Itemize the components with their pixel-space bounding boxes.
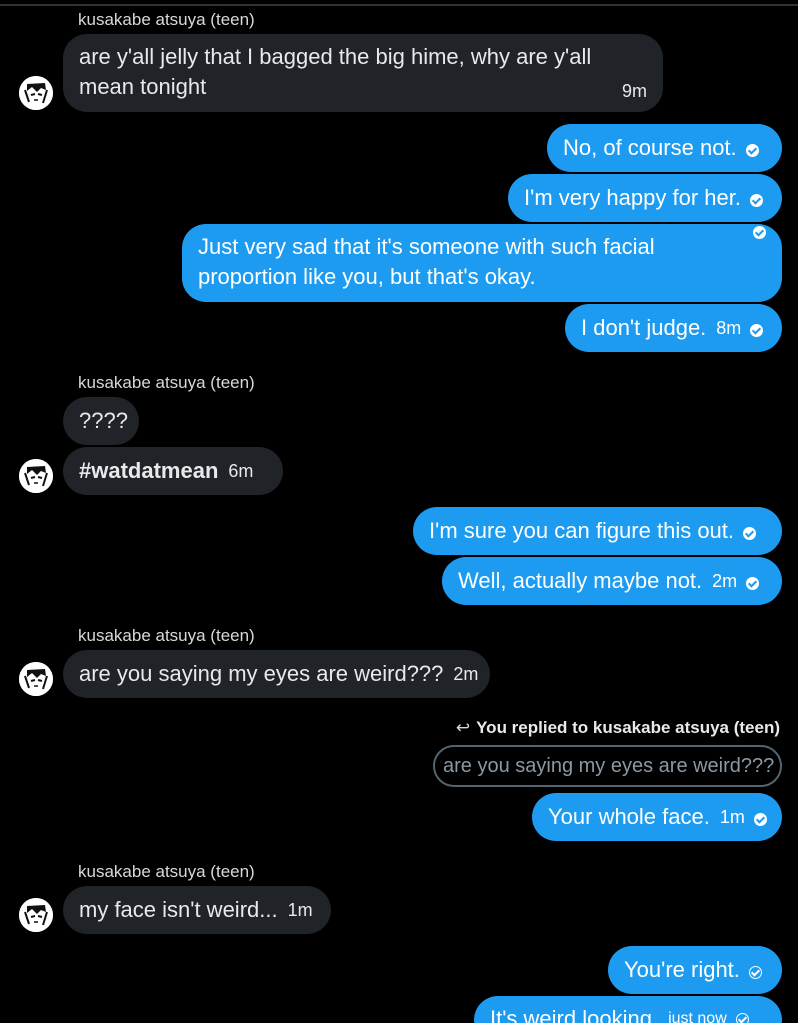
read-check-icon (749, 193, 763, 207)
message-text: I'm very happy for her. (524, 185, 741, 210)
outgoing-message[interactable]: Your whole face. 1m (532, 793, 782, 841)
sender-name: kusakabe atsuya (teen) (78, 862, 255, 881)
sender-name: kusakabe atsuya (teen) (78, 373, 255, 392)
message-text: Your whole face. (548, 804, 710, 829)
message-time: 2m (712, 571, 738, 591)
avatar-image (19, 898, 53, 932)
sender-name: kusakabe atsuya (teen) (78, 626, 255, 645)
outgoing-message[interactable]: Well, actually maybe not. 2m (442, 557, 782, 605)
avatar[interactable] (19, 76, 53, 110)
outgoing-message[interactable]: It's weird looking. just now (474, 996, 782, 1023)
avatar[interactable] (19, 662, 53, 696)
read-check-icon (743, 526, 757, 540)
message-text-line: proportion like you, but that's okay. (198, 264, 536, 289)
outgoing-message[interactable]: You're right. (608, 946, 782, 994)
outgoing-message[interactable]: I don't judge. 8m (565, 304, 782, 352)
message-text: my face isn't weird... (79, 897, 278, 922)
avatar[interactable] (19, 898, 53, 932)
quoted-message[interactable]: are you saying my eyes are weird??? (433, 745, 782, 787)
message-text-line: mean tonight (79, 74, 207, 99)
message-time: 8m (716, 318, 742, 338)
incoming-message[interactable]: are you saying my eyes are weird??? 2m (63, 650, 490, 698)
message-text: Well, actually maybe not. (458, 568, 703, 593)
message-time: just now (668, 1010, 727, 1023)
message-time: 6m (228, 461, 254, 481)
incoming-message[interactable]: #watdatmean 6m (63, 447, 283, 495)
sender-name: kusakabe atsuya (teen) (78, 10, 255, 29)
message-time: 2m (453, 664, 479, 684)
message-time: 1m (287, 900, 313, 920)
avatar-image (19, 76, 53, 110)
message-text: I don't judge. (581, 315, 707, 340)
read-check-icon (750, 323, 764, 337)
message-time: 9m (621, 81, 647, 101)
hashtag-link[interactable]: #watdatmean (79, 456, 218, 486)
read-check-icon (753, 812, 767, 826)
message-text: No, of course not. (563, 135, 737, 160)
avatar[interactable] (19, 459, 53, 493)
outgoing-message[interactable]: No, of course not. (547, 124, 782, 172)
outgoing-message[interactable]: Just very sad that it's someone with suc… (182, 224, 782, 302)
read-check-icon (753, 226, 766, 239)
message-text: I'm sure you can figure this out. (429, 518, 735, 543)
outgoing-message[interactable]: I'm sure you can figure this out. (413, 507, 782, 555)
message-time: 1m (719, 807, 745, 827)
outgoing-message[interactable]: I'm very happy for her. (508, 174, 782, 222)
incoming-message[interactable]: ???? (63, 397, 139, 445)
top-divider (0, 4, 798, 6)
reply-label: You replied to kusakabe atsuya (teen) (476, 718, 780, 737)
sent-check-icon (735, 1013, 749, 1023)
sent-check-icon (748, 965, 762, 979)
reply-arrow-icon: ↩ (455, 718, 471, 737)
incoming-message[interactable]: my face isn't weird... 1m (63, 886, 331, 934)
avatar-image (19, 459, 53, 493)
avatar-image (19, 662, 53, 696)
incoming-message[interactable]: are y'all jelly that I bagged the big hi… (63, 34, 663, 112)
reply-context: ↩ You replied to kusakabe atsuya (teen) (456, 718, 780, 738)
message-text-line: Just very sad that it's someone with suc… (198, 234, 655, 259)
read-check-icon (745, 143, 759, 157)
message-text: are you saying my eyes are weird??? (79, 661, 444, 686)
message-text: ???? (79, 408, 128, 433)
message-text-line: are y'all jelly that I bagged the big hi… (79, 44, 592, 69)
message-text: It's weird looking. (490, 1006, 659, 1023)
read-check-icon (746, 576, 760, 590)
message-text: You're right. (624, 957, 740, 982)
